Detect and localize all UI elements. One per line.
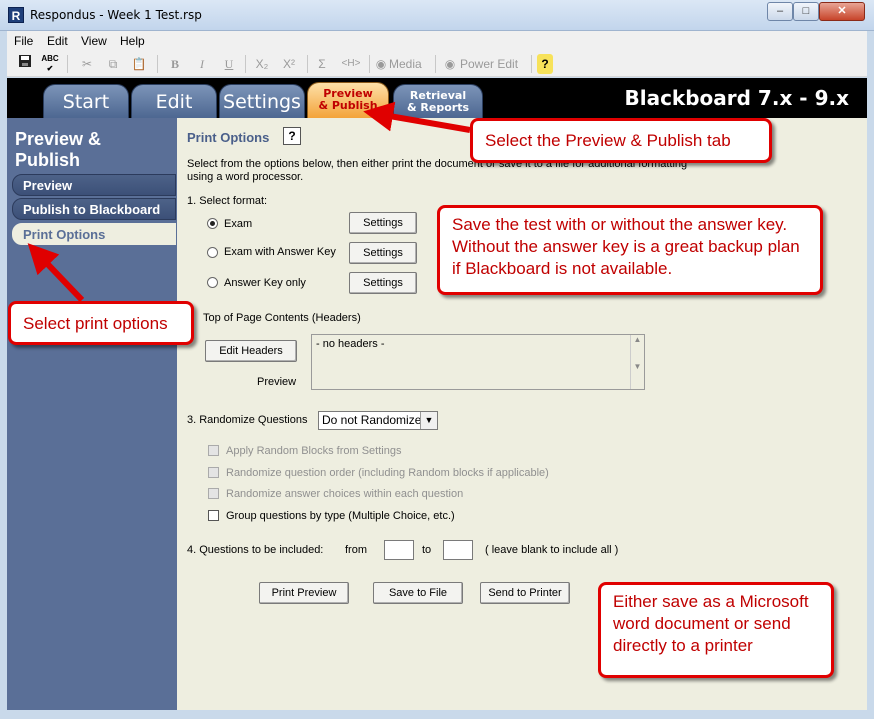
callout-select-tab: Select the Preview & Publish tab	[470, 118, 772, 163]
close-button[interactable]: ✕	[819, 2, 865, 21]
print-preview-button[interactable]: Print Preview	[259, 582, 349, 604]
select-format-label: 1. Select format:	[187, 195, 268, 207]
headers-scrollbar[interactable]: ▲ ▼	[630, 335, 644, 389]
menu-view[interactable]: View	[81, 34, 107, 48]
checkbox-randomize-question-order[interactable]	[208, 467, 219, 478]
randomize-select[interactable]: Do not Randomize ▼	[318, 411, 438, 430]
randomize-question-order-label: Randomize question order (including Rand…	[226, 467, 549, 479]
window-title: Respondus - Week 1 Test.rsp	[30, 8, 202, 22]
sidebar-heading-line2: Publish	[15, 150, 81, 170]
headers-preview-text: - no headers -	[316, 338, 385, 350]
format-label-exam: Exam	[224, 218, 253, 230]
tab-retrieval-label-line2: & Reports	[406, 101, 469, 114]
menu-edit[interactable]: Edit	[47, 34, 68, 48]
tab-preview-publish[interactable]: Preview & Publish	[307, 82, 389, 118]
title-bar: R Respondus - Week 1 Test.rsp – □ ✕	[0, 0, 874, 31]
sigma-button[interactable]: Σ	[312, 54, 332, 74]
answer-key-exam-settings-button[interactable]: Settings	[349, 242, 417, 264]
menu-help[interactable]: Help	[120, 34, 145, 48]
checkbox-random-blocks[interactable]	[208, 445, 219, 456]
format-radio-exam-with-answer-key[interactable]	[207, 247, 218, 258]
format-radio-answer-key-only[interactable]	[207, 277, 218, 288]
toolbar-divider	[245, 55, 246, 73]
toolbar-divider	[157, 55, 158, 73]
media-icon: ◉	[375, 57, 387, 71]
headers-label: Top of Page Contents (Headers)	[203, 312, 361, 324]
underline-button[interactable]: U	[219, 54, 239, 74]
checkbox-group-by-type[interactable]	[208, 510, 219, 521]
random-blocks-label: Apply Random Blocks from Settings	[226, 445, 402, 457]
media-button[interactable]: Media	[389, 54, 429, 74]
tab-retrieval-reports[interactable]: Retrieval & Reports	[393, 84, 483, 118]
page-title: Print Options	[187, 130, 270, 145]
toolbar-divider	[307, 55, 308, 73]
question-mark-icon[interactable]: ?	[283, 127, 301, 145]
platform-title: Blackboard 7.x - 9.x	[624, 86, 849, 110]
menu-bar: File Edit View Help	[7, 31, 867, 51]
tab-preview-label-line2: & Publish	[318, 99, 378, 112]
toolbar-divider	[67, 55, 68, 73]
sidebar-item-print-options[interactable]: Print Options	[12, 223, 176, 245]
group-by-type-label: Group questions by type (Multiple Choice…	[226, 510, 455, 522]
callout-save-or-print: Either save as a Microsoft word document…	[598, 582, 834, 678]
maximize-button[interactable]: □	[793, 2, 819, 21]
send-to-printer-button[interactable]: Send to Printer	[480, 582, 570, 604]
copy-icon[interactable]: ⧉	[103, 54, 123, 74]
power-edit-icon: ◉	[444, 57, 456, 71]
tab-edit[interactable]: Edit	[131, 84, 217, 118]
tab-start[interactable]: Start	[43, 84, 129, 118]
format-label-exam-with-answer-key: Exam with Answer Key	[224, 246, 336, 258]
sidebar-item-publish-to-blackboard[interactable]: Publish to Blackboard	[12, 198, 176, 220]
subscript-button[interactable]: X₂	[251, 54, 273, 74]
html-button[interactable]: <H>	[337, 54, 365, 74]
chevron-down-icon[interactable]: ▼	[420, 412, 437, 429]
save-icon[interactable]	[15, 54, 35, 74]
tab-settings[interactable]: Settings	[219, 84, 305, 118]
preview-label: Preview	[257, 376, 297, 388]
superscript-button[interactable]: X²	[278, 54, 300, 74]
help-icon[interactable]: ?	[537, 54, 553, 74]
randomize-label: 3. Randomize Questions	[187, 414, 308, 426]
sidebar-item-preview[interactable]: Preview	[12, 174, 176, 196]
paste-icon[interactable]: 📋	[129, 54, 149, 74]
randomize-answer-choices-label: Randomize answer choices within each que…	[226, 488, 464, 500]
sidebar-heading: Preview & Publish	[15, 129, 101, 171]
to-label: to	[422, 544, 432, 556]
power-edit-button[interactable]: Power Edit	[460, 54, 526, 74]
callout-print-options: Select print options	[8, 301, 194, 345]
toolbar-divider	[531, 55, 532, 73]
respondus-app-icon: R	[8, 7, 24, 23]
minimize-button[interactable]: –	[767, 2, 793, 21]
headers-preview-box: - no headers - ▲ ▼	[311, 334, 645, 390]
checkbox-randomize-answer-choices[interactable]	[208, 488, 219, 499]
tab-strip: Start Edit Settings Preview & Publish Re…	[7, 78, 867, 118]
randomize-select-value: Do not Randomize	[322, 413, 422, 427]
cut-icon[interactable]: ✂	[77, 54, 97, 74]
format-label-answer-key-only: Answer Key only	[224, 277, 306, 289]
bold-button[interactable]: B	[165, 54, 185, 74]
answer-key-only-settings-button[interactable]: Settings	[349, 272, 417, 294]
toolbar-divider	[435, 55, 436, 73]
intro-text-line2: using a word processor.	[187, 171, 304, 183]
toolbar-divider	[369, 55, 370, 73]
toolbar: ABC ✔ ✂ ⧉ 📋 B I U X₂ X² Σ <H> ◉ Media ◉ P…	[7, 51, 867, 77]
italic-button[interactable]: I	[192, 54, 212, 74]
spellcheck-icon[interactable]: ABC ✔	[39, 54, 61, 74]
menu-file[interactable]: File	[14, 34, 33, 48]
sidebar: Preview & Publish Preview Publish to Bla…	[7, 118, 177, 710]
questions-included-label: 4. Questions to be included:	[187, 544, 324, 556]
format-radio-exam[interactable]	[207, 218, 218, 229]
to-input[interactable]	[443, 540, 473, 560]
callout-answer-key: Save the test with or without the answer…	[437, 205, 823, 295]
save-to-file-button[interactable]: Save to File	[373, 582, 463, 604]
sidebar-heading-line1: Preview &	[15, 129, 102, 149]
from-label: from	[345, 544, 367, 556]
exam-settings-button[interactable]: Settings	[349, 212, 417, 234]
edit-headers-button[interactable]: Edit Headers	[205, 340, 297, 362]
from-input[interactable]	[384, 540, 414, 560]
blank-hint: ( leave blank to include all )	[485, 544, 619, 556]
